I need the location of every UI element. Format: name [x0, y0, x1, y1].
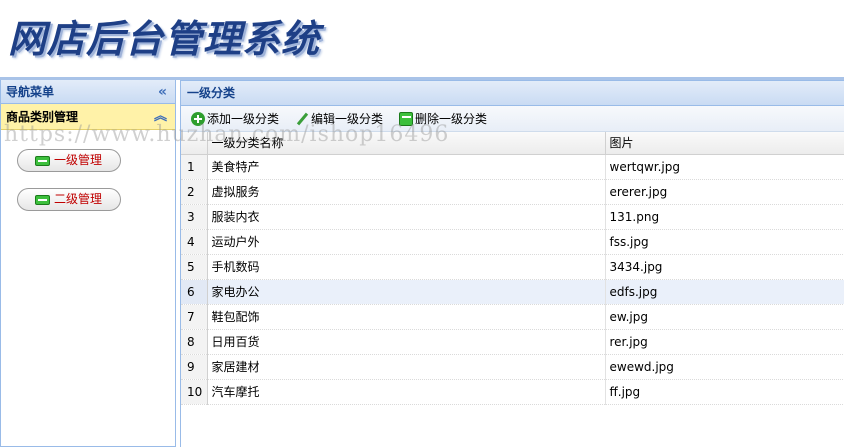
- table-row[interactable]: 5 手机数码 3434.jpg: [181, 254, 844, 280]
- level1-manage-button[interactable]: 一级管理: [17, 149, 121, 172]
- nav-panel-title: 导航菜单: [6, 85, 55, 99]
- cell-name: 美食特产: [207, 154, 606, 180]
- row-number: 10: [181, 379, 208, 405]
- add-category-label: 添加一级分类: [207, 112, 280, 126]
- cell-image: ererer.jpg: [605, 179, 844, 205]
- delete-category-label: 删除一级分类: [415, 112, 488, 126]
- row-number: 3: [181, 204, 208, 230]
- minus-box-icon: [399, 111, 414, 126]
- row-number: 6: [181, 279, 208, 305]
- cell-name: 日用百货: [207, 329, 606, 355]
- cell-image: ew.jpg: [605, 304, 844, 330]
- table-row[interactable]: 7 鞋包配饰 ew.jpg: [181, 304, 844, 330]
- edit-category-label: 编辑一级分类: [311, 112, 384, 126]
- table-row[interactable]: 9 家居建材 ewewd.jpg: [181, 354, 844, 380]
- cell-name: 手机数码: [207, 254, 606, 280]
- table-header-row: 一级分类名称 图片: [181, 132, 844, 155]
- row-number: 7: [181, 304, 208, 330]
- row-number: 4: [181, 229, 208, 255]
- row-number-header: [181, 132, 208, 155]
- table-row-selected[interactable]: 6 家电办公 edfs.jpg: [181, 279, 844, 305]
- add-icon: [191, 111, 205, 126]
- cell-image: ff.jpg: [605, 379, 844, 405]
- table-row[interactable]: 2 虚拟服务 ererer.jpg: [181, 179, 844, 205]
- row-number: 5: [181, 254, 208, 280]
- column-header-name[interactable]: 一级分类名称: [207, 132, 606, 155]
- column-header-image[interactable]: 图片: [605, 132, 844, 155]
- cell-image: rer.jpg: [605, 329, 844, 355]
- add-category-button[interactable]: 添加一级分类: [191, 110, 279, 127]
- cell-image: ewewd.jpg: [605, 354, 844, 380]
- cell-image: wertqwr.jpg: [605, 154, 844, 180]
- row-number: 1: [181, 154, 208, 180]
- app-title: 网店后台管理系统: [8, 17, 321, 61]
- nav-panel: 导航菜单 « 商品类别管理 ︽ 一级管理 二级管理: [0, 80, 176, 447]
- cell-name: 虚拟服务: [207, 179, 606, 205]
- level2-manage-label: 二级管理: [54, 192, 103, 206]
- level2-manage-button[interactable]: 二级管理: [17, 188, 121, 211]
- cell-name: 运动户外: [207, 229, 606, 255]
- cell-image: 131.png: [605, 204, 844, 230]
- main-panel-title: 一级分类: [181, 81, 844, 106]
- cell-image: edfs.jpg: [605, 279, 844, 305]
- edit-category-button[interactable]: 编辑一级分类: [295, 110, 383, 127]
- app-header: 网店后台管理系统: [0, 0, 844, 78]
- category-table: 一级分类名称 图片 1 美食特产 wertqwr.jpg 2 虚拟服务 erer…: [181, 132, 844, 405]
- cell-image: 3434.jpg: [605, 254, 844, 280]
- row-number: 8: [181, 329, 208, 355]
- row-number: 2: [181, 179, 208, 205]
- table-row[interactable]: 1 美食特产 wertqwr.jpg: [181, 154, 844, 180]
- collapse-icon[interactable]: «: [158, 80, 167, 104]
- cell-name: 鞋包配饰: [207, 304, 606, 330]
- row-number: 9: [181, 354, 208, 380]
- minus-box-icon: [35, 156, 50, 166]
- cell-name: 汽车摩托: [207, 379, 606, 405]
- pencil-icon: [295, 112, 309, 126]
- nav-panel-header: 导航菜单 «: [1, 80, 175, 104]
- cell-name: 家电办公: [207, 279, 606, 305]
- category-section-header[interactable]: 商品类别管理 ︽: [1, 104, 175, 130]
- table-row[interactable]: 10 汽车摩托 ff.jpg: [181, 379, 844, 405]
- toolbar: 添加一级分类 编辑一级分类 删除一级分类: [181, 106, 844, 132]
- cell-name: 服装内衣: [207, 204, 606, 230]
- table-row[interactable]: 3 服装内衣 131.png: [181, 204, 844, 230]
- chevron-up-icon[interactable]: ︽: [154, 104, 167, 130]
- main-panel: 一级分类 添加一级分类 编辑一级分类 删除一级分类 一级分类名称 图片 1 美食…: [180, 80, 844, 447]
- table-row[interactable]: 4 运动户外 fss.jpg: [181, 229, 844, 255]
- cell-name: 家居建材: [207, 354, 606, 380]
- cell-image: fss.jpg: [605, 229, 844, 255]
- category-section-title: 商品类别管理: [6, 110, 79, 124]
- delete-category-button[interactable]: 删除一级分类: [399, 110, 487, 127]
- minus-box-icon: [35, 195, 50, 205]
- table-row[interactable]: 8 日用百货 rer.jpg: [181, 329, 844, 355]
- level1-manage-label: 一级管理: [54, 153, 103, 167]
